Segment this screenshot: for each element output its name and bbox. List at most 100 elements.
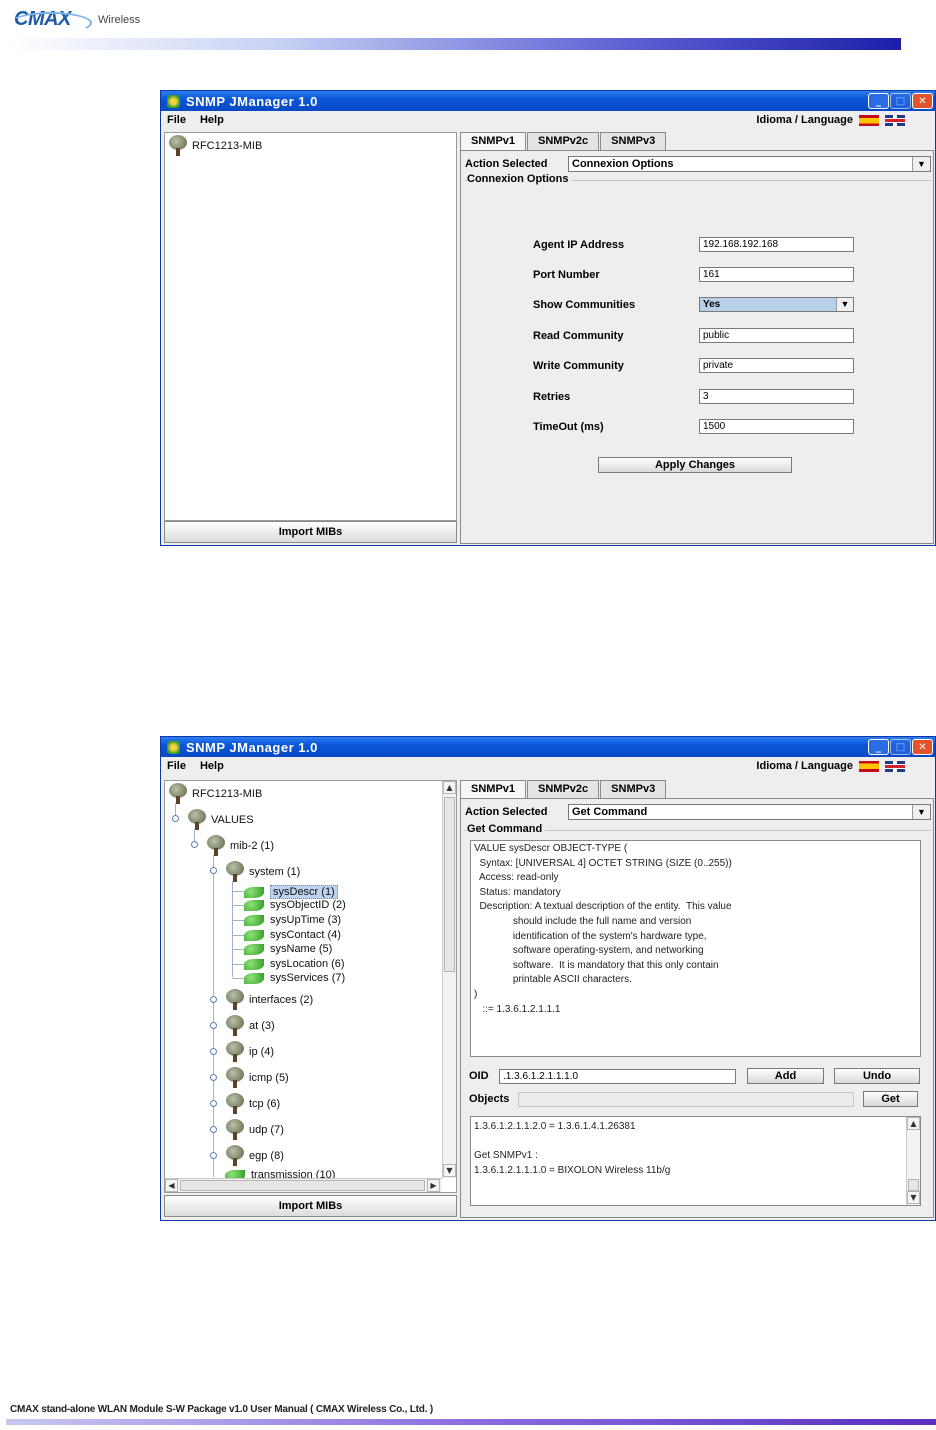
- port-field[interactable]: 161: [699, 267, 854, 282]
- tab-snmpv3[interactable]: SNMPv3: [600, 780, 667, 798]
- action-select-value: Get Command: [572, 806, 648, 818]
- menu-file[interactable]: File: [167, 114, 186, 126]
- scroll-right-icon[interactable]: ▶: [427, 1179, 440, 1192]
- maximize-icon[interactable]: □: [890, 93, 911, 109]
- uk-flag-icon[interactable]: [885, 760, 905, 772]
- tab-snmpv2c[interactable]: SNMPv2c: [527, 132, 600, 150]
- tree-node-udp[interactable]: udp (7): [225, 1119, 284, 1141]
- menu-file[interactable]: File: [167, 760, 186, 772]
- scroll-thumb[interactable]: [908, 1179, 919, 1191]
- tree-node-values[interactable]: VALUES: [187, 809, 254, 831]
- tree-node-root[interactable]: RFC1213-MIB: [168, 135, 262, 157]
- object-description[interactable]: VALUE sysDescr OBJECT-TYPE ( Syntax: [UN…: [470, 840, 921, 1057]
- tab-snmpv1[interactable]: SNMPv1: [460, 132, 527, 151]
- tree-icon: [206, 835, 226, 857]
- tab-snmpv2c[interactable]: SNMPv2c: [527, 780, 600, 798]
- timeout-field[interactable]: 1500: [699, 419, 854, 434]
- close-icon[interactable]: ✕: [912, 93, 933, 109]
- show-communities-value: Yes: [703, 299, 721, 310]
- action-label: Action Selected: [465, 806, 548, 818]
- scroll-left-icon[interactable]: ◀: [165, 1179, 178, 1192]
- scroll-up-icon[interactable]: ▲: [907, 1117, 920, 1130]
- expander-icon[interactable]: [210, 1126, 217, 1133]
- get-button[interactable]: Get: [863, 1091, 918, 1107]
- chevron-down-icon[interactable]: ▼: [912, 157, 930, 171]
- spain-flag-icon[interactable]: [859, 760, 879, 772]
- expander-icon[interactable]: [210, 1100, 217, 1107]
- expander-icon[interactable]: [210, 1074, 217, 1081]
- maximize-icon[interactable]: □: [890, 739, 911, 755]
- tree-node-at[interactable]: at (3): [225, 1015, 275, 1037]
- tree-node-mib2[interactable]: mib-2 (1): [206, 835, 274, 857]
- tree-node-ip[interactable]: ip (4): [225, 1041, 274, 1063]
- chevron-down-icon[interactable]: ▼: [836, 298, 853, 311]
- oid-input[interactable]: .1.3.6.1.2.1.1.1.0: [499, 1068, 736, 1084]
- action-select[interactable]: Get Command ▼: [568, 804, 931, 820]
- tree-node-system[interactable]: system (1): [225, 861, 300, 883]
- menu-help[interactable]: Help: [200, 760, 224, 772]
- minimize-icon[interactable]: _: [868, 739, 889, 755]
- write-community-field[interactable]: private: [699, 358, 854, 373]
- chevron-down-icon[interactable]: ▼: [912, 805, 930, 819]
- tab-snmpv1[interactable]: SNMPv1: [460, 780, 527, 799]
- output-area[interactable]: 1.3.6.1.2.1.1.2.0 = 1.3.6.1.4.1.26381 Ge…: [470, 1116, 921, 1206]
- tab-snmpv3[interactable]: SNMPv3: [600, 132, 667, 150]
- scroll-thumb[interactable]: [444, 797, 455, 972]
- minimize-icon[interactable]: _: [868, 93, 889, 109]
- tree-vertical-scrollbar[interactable]: ▲ ▼: [442, 781, 456, 1178]
- tree-label: sysContact (4): [270, 929, 341, 941]
- agent-ip-label: Agent IP Address: [533, 238, 625, 251]
- tree-node-root[interactable]: RFC1213-MIB: [168, 783, 262, 805]
- tree-icon: [225, 1119, 245, 1141]
- tree-leaf-sysname[interactable]: sysName (5): [244, 943, 332, 955]
- expander-icon[interactable]: [210, 1152, 217, 1159]
- oid-label: OID: [469, 1070, 489, 1082]
- action-select[interactable]: Connexion Options ▼: [568, 156, 931, 172]
- cmax-logo: CMAX Wireless: [6, 6, 151, 36]
- tree-node-egp[interactable]: egp (8): [225, 1145, 284, 1167]
- tree-connector: [232, 881, 233, 977]
- expander-icon[interactable]: [210, 1048, 217, 1055]
- expander-icon[interactable]: [172, 815, 179, 822]
- tree-leaf-syscontact[interactable]: sysContact (4): [244, 929, 341, 941]
- output-vertical-scrollbar[interactable]: ▲ ▼: [906, 1117, 920, 1205]
- port-row: Port Number 161: [533, 267, 854, 282]
- close-icon[interactable]: ✕: [912, 739, 933, 755]
- tree-node-icmp[interactable]: icmp (5): [225, 1067, 289, 1089]
- tree-node-tcp[interactable]: tcp (6): [225, 1093, 280, 1115]
- snmp-window-connexion: SNMP JManager 1.0 _ □ ✕ File Help Idioma…: [160, 90, 936, 546]
- show-communities-select[interactable]: Yes ▼: [699, 297, 854, 312]
- tree-horizontal-scrollbar[interactable]: ◀ ▶: [165, 1178, 442, 1192]
- scroll-down-icon[interactable]: ▼: [443, 1164, 456, 1177]
- scroll-thumb[interactable]: [180, 1180, 425, 1191]
- apply-changes-button[interactable]: Apply Changes: [598, 457, 792, 473]
- uk-flag-icon[interactable]: [885, 114, 905, 126]
- logo-sub: Wireless: [98, 14, 141, 26]
- menu-help[interactable]: Help: [200, 114, 224, 126]
- import-mibs-button[interactable]: Import MIBs: [164, 521, 457, 543]
- tree-leaf-syslocation[interactable]: sysLocation (6): [244, 958, 345, 970]
- expander-icon[interactable]: [210, 867, 217, 874]
- spain-flag-icon[interactable]: [859, 114, 879, 126]
- add-button[interactable]: Add: [747, 1068, 824, 1084]
- agent-ip-field[interactable]: 192.168.192.168: [699, 237, 854, 252]
- expander-icon[interactable]: [210, 1022, 217, 1029]
- tree-leaf-sysobjectid[interactable]: sysObjectID (2): [244, 899, 346, 911]
- action-label: Action Selected: [465, 158, 548, 170]
- tree-label: mib-2 (1): [230, 840, 275, 852]
- tree-icon: [187, 809, 207, 831]
- tree-leaf-sysservices[interactable]: sysServices (7): [244, 972, 345, 984]
- tree-node-interfaces[interactable]: interfaces (2): [225, 989, 313, 1011]
- tree-leaf-sysuptime[interactable]: sysUpTime (3): [244, 914, 341, 926]
- import-mibs-button[interactable]: Import MIBs: [164, 1195, 457, 1217]
- scroll-down-icon[interactable]: ▼: [907, 1191, 920, 1204]
- scroll-up-icon[interactable]: ▲: [443, 781, 456, 794]
- write-community-label: Write Community: [533, 359, 624, 372]
- leaf-icon: [244, 929, 264, 941]
- expander-icon[interactable]: [210, 996, 217, 1003]
- tree-leaf-sysdescr[interactable]: sysDescr (1): [244, 885, 338, 899]
- undo-button[interactable]: Undo: [834, 1068, 920, 1084]
- retries-field[interactable]: 3: [699, 389, 854, 404]
- expander-icon[interactable]: [191, 841, 198, 848]
- read-community-field[interactable]: public: [699, 328, 854, 343]
